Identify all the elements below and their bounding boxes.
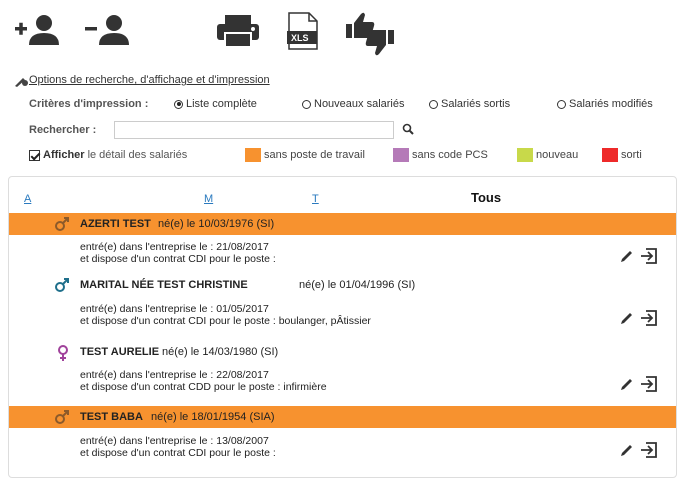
- sort-t-link[interactable]: T: [312, 193, 319, 205]
- employee-birth: né(e) le 14/03/1980 (SI): [162, 346, 279, 358]
- employee-name: TEST AURELIE: [80, 346, 160, 358]
- employee-entry-date: entré(e) dans l'entreprise le : 13/08/20…: [80, 435, 269, 447]
- employee-list-panel: A M T Tous AZERTI TEST né(e) le 10/03/19…: [8, 176, 677, 478]
- employee-detail: entré(e) dans l'entreprise le : 13/08/20…: [80, 435, 276, 459]
- employee-contract: et dispose d'un contrat CDI pour le post…: [80, 315, 371, 327]
- employee-entry-date: entré(e) dans l'entreprise le : 22/08/20…: [80, 369, 269, 381]
- employee-birth: né(e) le 01/04/1996 (SI): [299, 279, 416, 291]
- remove-employee-icon[interactable]: [84, 12, 130, 53]
- employee-detail: entré(e) dans l'entreprise le : 01/05/20…: [80, 303, 371, 327]
- options-link[interactable]: Options de recherche, d'affichage et d'i…: [29, 74, 270, 86]
- radio-salaries-sortis[interactable]: Salariés sortis: [429, 98, 510, 110]
- legend-swatch: [517, 148, 533, 162]
- employee-row-header[interactable]: MARITAL NÉE TEST CHRISTINE né(e) le 01/0…: [9, 274, 676, 296]
- legend-label: nouveau: [536, 149, 579, 161]
- legend-swatch: [602, 148, 618, 162]
- exit-icon[interactable]: [640, 375, 658, 398]
- radio-liste-complete[interactable]: Liste complète: [174, 98, 257, 110]
- search-input[interactable]: [114, 121, 394, 139]
- legend-swatch: [245, 148, 261, 162]
- exit-icon[interactable]: [640, 247, 658, 270]
- add-employee-icon[interactable]: [14, 12, 60, 53]
- radio-label: Salariés modifiés: [569, 98, 653, 110]
- legend-sans-pcs: sans code PCS: [393, 148, 488, 162]
- male-icon: [54, 216, 70, 235]
- sort-all-link[interactable]: Tous: [471, 190, 501, 205]
- criteria-label: Critères d'impression :: [29, 98, 149, 110]
- radio-nouveaux-salaries[interactable]: Nouveaux salariés: [302, 98, 405, 110]
- search-icon[interactable]: [402, 122, 414, 140]
- radio-button[interactable]: [429, 99, 438, 109]
- radio-label: Liste complète: [186, 98, 257, 110]
- radio-salaries-modifies[interactable]: Salariés modifiés: [557, 98, 653, 110]
- sort-m-link[interactable]: M: [204, 193, 213, 205]
- employee-entry-date: entré(e) dans l'entreprise le : 21/08/20…: [80, 241, 269, 253]
- employee-detail: entré(e) dans l'entreprise le : 21/08/20…: [80, 241, 276, 265]
- employee-detail: entré(e) dans l'entreprise le : 22/08/20…: [80, 369, 327, 393]
- detail-checkbox-row[interactable]: Afficher le détail des salariés: [29, 149, 187, 161]
- employee-name: MARITAL NÉE TEST CHRISTINE: [80, 279, 248, 291]
- employee-contract: et dispose d'un contrat CDD pour le post…: [80, 381, 327, 393]
- detail-label: le détail des salariés: [87, 149, 188, 161]
- radio-button[interactable]: [557, 99, 566, 109]
- export-xls-icon[interactable]: XLS: [286, 12, 320, 55]
- employee-entry-date: entré(e) dans l'entreprise le : 01/05/20…: [80, 303, 269, 315]
- edit-icon[interactable]: [620, 249, 634, 268]
- search-label: Rechercher :: [29, 124, 97, 136]
- legend-swatch: [393, 148, 409, 162]
- edit-icon[interactable]: [620, 311, 634, 330]
- employee-contract: et dispose d'un contrat CDI pour le post…: [80, 447, 276, 459]
- legend-label: sans code PCS: [412, 149, 488, 161]
- legend-sans-poste: sans poste de travail: [245, 148, 365, 162]
- employee-row-header[interactable]: TEST BABA né(e) le 18/01/1954 (SIA): [9, 406, 676, 428]
- legend-nouveau: nouveau: [517, 148, 578, 162]
- employee-name: AZERTI TEST: [80, 218, 151, 230]
- legend-label: sorti: [621, 149, 642, 161]
- male-icon: [54, 409, 70, 428]
- thumbs-icon[interactable]: [342, 10, 398, 61]
- radio-button[interactable]: [174, 99, 183, 109]
- employee-name: TEST BABA: [80, 411, 143, 423]
- detail-checkbox[interactable]: [29, 149, 40, 161]
- legend-label: sans poste de travail: [264, 149, 365, 161]
- radio-button[interactable]: [302, 99, 311, 109]
- exit-icon[interactable]: [640, 441, 658, 464]
- wrench-icon: [14, 73, 28, 92]
- sort-a-link[interactable]: A: [24, 193, 31, 205]
- detail-label-bold: Afficher: [43, 149, 85, 161]
- employee-birth: né(e) le 18/01/1954 (SIA): [151, 411, 275, 423]
- female-icon: [56, 344, 70, 365]
- edit-icon[interactable]: [620, 377, 634, 396]
- employee-birth: né(e) le 10/03/1976 (SI): [158, 218, 275, 230]
- exit-icon[interactable]: [640, 309, 658, 332]
- printer-icon[interactable]: [216, 14, 260, 53]
- employee-row-header[interactable]: TEST AURELIE né(e) le 14/03/1980 (SI): [9, 341, 676, 363]
- radio-label: Nouveaux salariés: [314, 98, 405, 110]
- legend-sorti: sorti: [602, 148, 642, 162]
- edit-icon[interactable]: [620, 443, 634, 462]
- radio-label: Salariés sortis: [441, 98, 511, 110]
- employee-row-header[interactable]: AZERTI TEST né(e) le 10/03/1976 (SI): [9, 213, 676, 235]
- xls-label: XLS: [291, 33, 309, 43]
- male-icon: [54, 277, 70, 296]
- employee-contract: et dispose d'un contrat CDI pour le post…: [80, 253, 276, 265]
